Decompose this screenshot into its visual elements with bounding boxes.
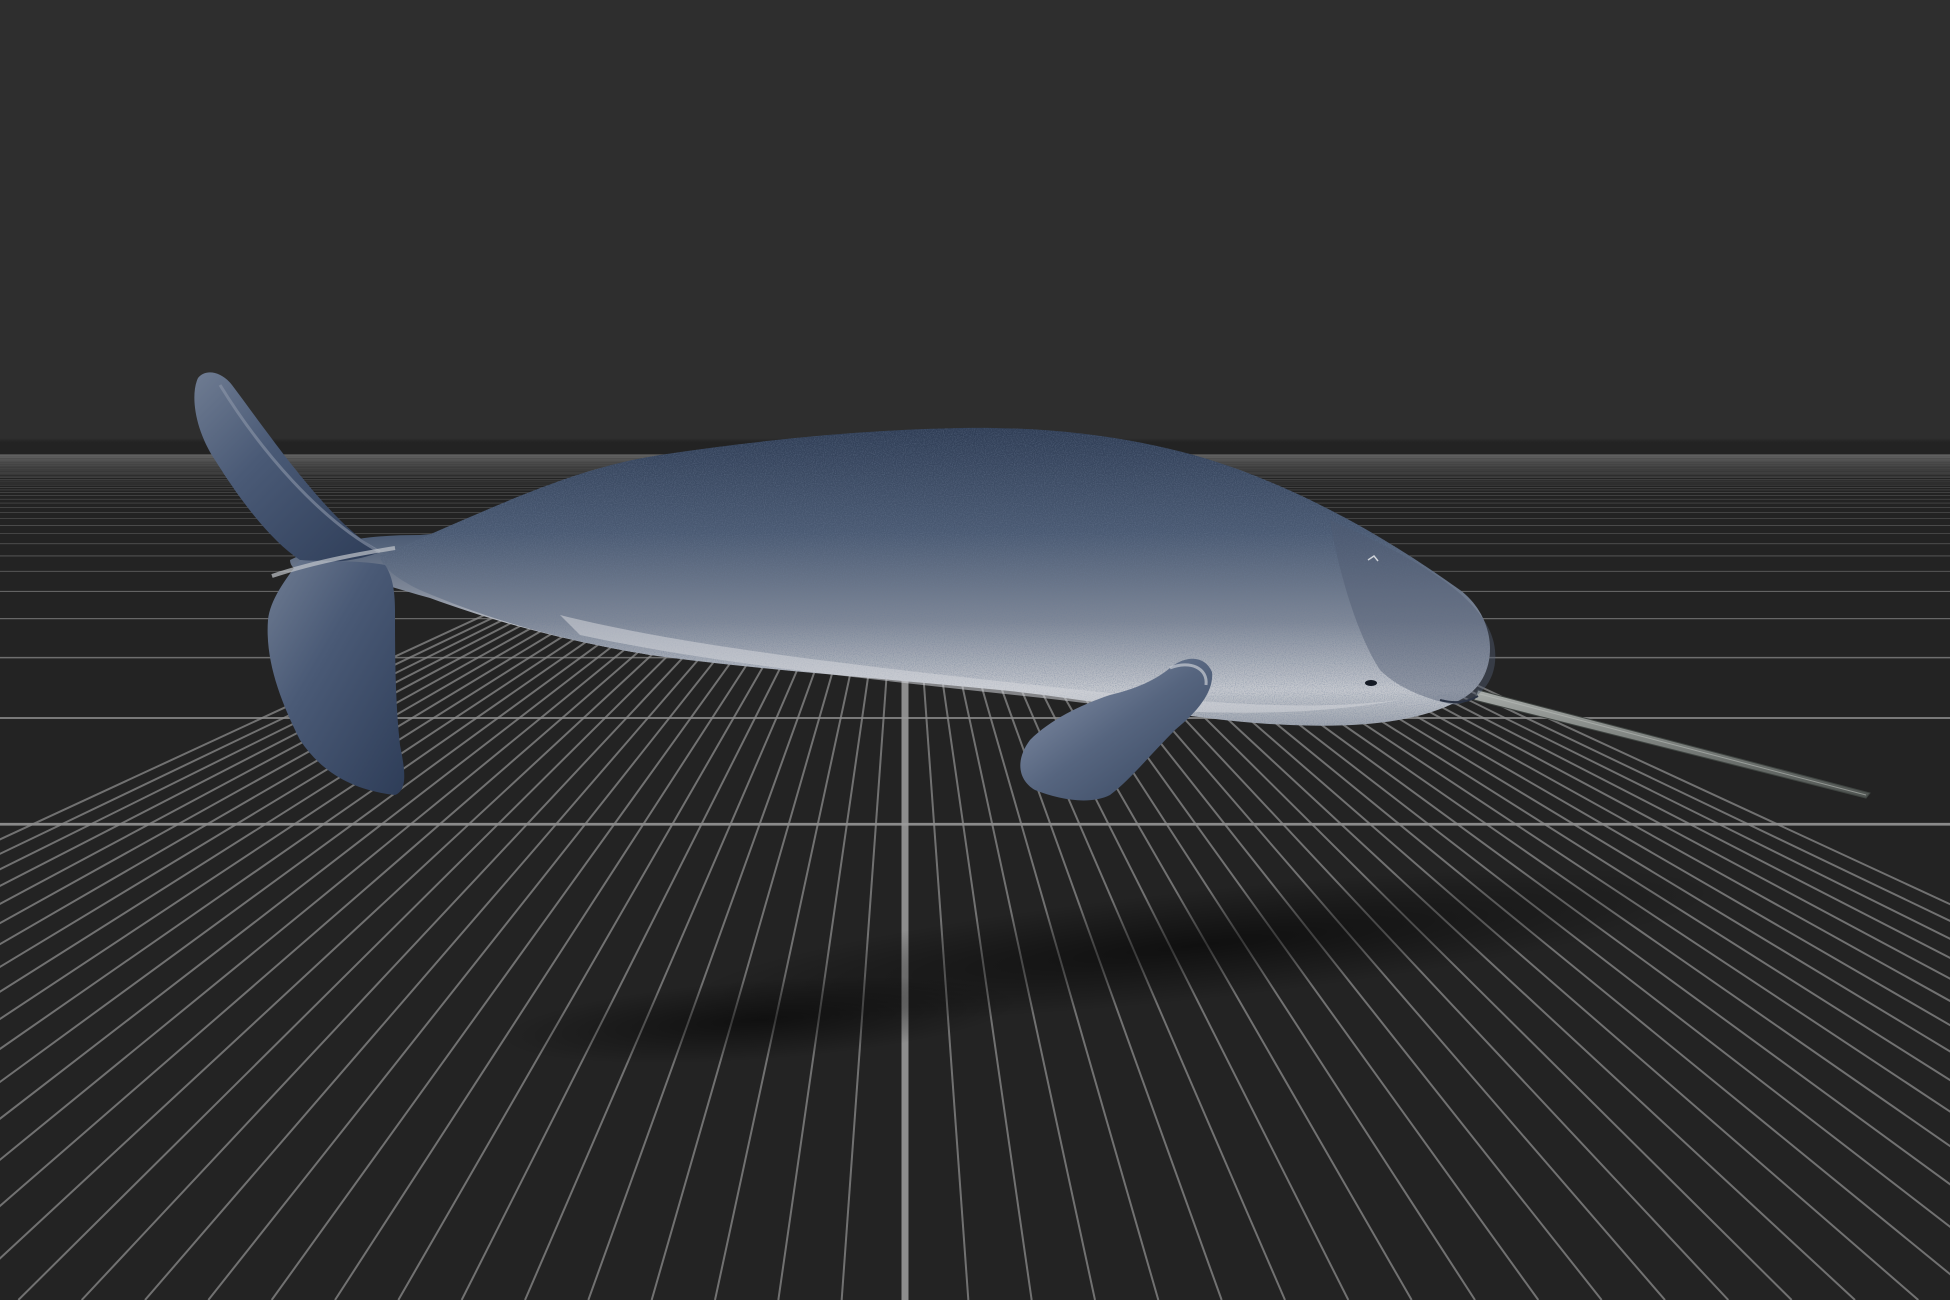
viewport-canvas[interactable] (0, 0, 1950, 1300)
narwhal-eye (1365, 680, 1377, 686)
3d-viewport[interactable] (0, 0, 1950, 1300)
